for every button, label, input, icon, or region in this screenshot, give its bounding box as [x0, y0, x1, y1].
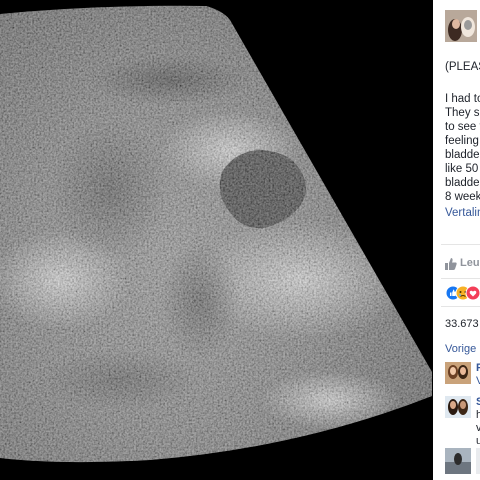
post-text-line: I had to: [445, 93, 480, 105]
post-text-line: 8 week: [445, 191, 480, 203]
ultrasound-image: [0, 0, 433, 480]
like-button[interactable]: Leuk: [445, 256, 480, 272]
comment-text: u: [476, 435, 480, 447]
translate-link[interactable]: Vertalin: [445, 206, 480, 220]
author-avatar[interactable]: [445, 10, 477, 42]
commenter-avatar[interactable]: [445, 396, 471, 418]
divider: [441, 306, 480, 307]
like-label: Leuk: [460, 257, 480, 269]
photo-viewer[interactable]: [0, 0, 433, 480]
love-reaction-icon: [465, 285, 480, 301]
post-text-line: feeling: [445, 135, 479, 147]
post-text-line: bladder: [445, 149, 480, 161]
reaction-summary[interactable]: [445, 284, 480, 302]
previous-comments-link[interactable]: Vorige re: [445, 342, 480, 356]
commenter-avatar[interactable]: [445, 448, 471, 474]
comment-text: V: [476, 375, 480, 387]
commenter-name[interactable]: S: [476, 396, 480, 408]
post-text-line: bladder: [445, 177, 480, 189]
commenter-name[interactable]: F: [476, 362, 480, 374]
post-text-line: like 50: [445, 163, 479, 175]
post-text-line: to see t: [445, 121, 480, 133]
comment-text: v: [476, 422, 480, 434]
thumbs-up-icon: [445, 258, 457, 270]
comment-bubble: [476, 448, 480, 474]
comment-text: h: [476, 409, 480, 421]
post-title: (PLEAS: [445, 61, 480, 73]
divider: [441, 278, 480, 279]
commenter-avatar[interactable]: [445, 362, 471, 384]
divider: [441, 244, 480, 245]
reaction-count[interactable]: 33.673 k: [445, 317, 480, 331]
post-text-line: They sa: [445, 107, 480, 119]
post-panel: (PLEAS I had to They sa to see t feeling…: [433, 0, 480, 480]
